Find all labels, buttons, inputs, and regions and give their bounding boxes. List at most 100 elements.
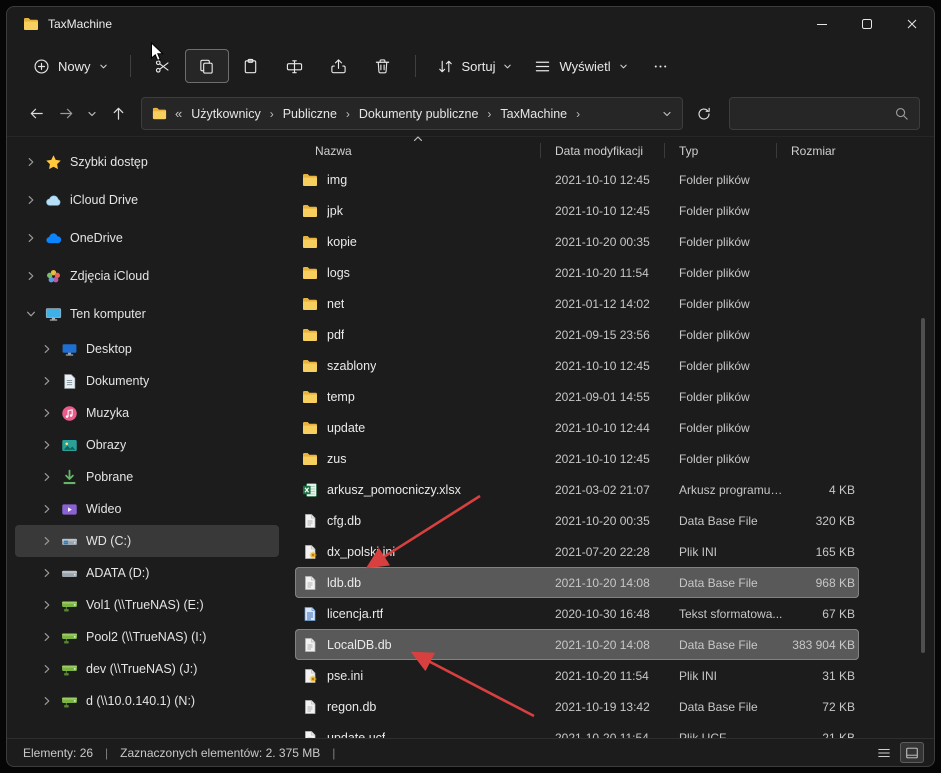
maximize-button[interactable] — [844, 7, 889, 41]
file-row[interactable]: licencja.rtf 2020-10-30 16:48 Tekst sfor… — [295, 598, 859, 629]
up-button[interactable] — [103, 99, 133, 129]
column-header-type[interactable]: Typ — [671, 137, 783, 164]
view-button[interactable]: Wyświetl — [523, 49, 638, 83]
file-row[interactable]: ldb.db 2021-10-20 14:08 Data Base File 9… — [295, 567, 859, 598]
chevron-icon[interactable] — [41, 696, 53, 706]
paste-button[interactable] — [229, 49, 273, 83]
file-row[interactable]: LocalDB.db 2021-10-20 14:08 Data Base Fi… — [295, 629, 859, 660]
search-box[interactable] — [729, 97, 920, 130]
file-row[interactable]: img 2021-10-10 12:45 Folder plików — [295, 164, 859, 195]
column-header-size[interactable]: Rozmiar — [783, 137, 859, 164]
address-bar[interactable]: « Użytkownicy›Publiczne›Dokumenty public… — [141, 97, 683, 130]
file-modified: 2021-10-10 12:45 — [547, 204, 671, 218]
sidebar-item[interactable]: OneDrive — [15, 219, 279, 257]
file-row[interactable]: dx_polski.ini 2021-07-20 22:28 Plik INI … — [295, 536, 859, 567]
column-header-modified[interactable]: Data modyfikacji — [547, 137, 671, 164]
address-dropdown-icon[interactable] — [654, 109, 672, 119]
status-bar: Elementy: 26 | Zaznaczonych elementów: 2… — [7, 738, 934, 766]
close-button[interactable] — [889, 7, 934, 41]
file-modified: 2021-10-10 12:45 — [547, 452, 671, 466]
cut-button[interactable] — [141, 49, 185, 83]
sort-button[interactable]: Sortuj — [426, 49, 524, 83]
vertical-scrollbar[interactable] — [920, 137, 926, 734]
chevron-icon[interactable] — [25, 271, 37, 281]
chevron-icon[interactable] — [25, 233, 37, 243]
chevron-icon[interactable] — [41, 664, 53, 674]
chevron-icon[interactable] — [25, 309, 37, 319]
file-row[interactable]: regon.db 2021-10-19 13:42 Data Base File… — [295, 691, 859, 722]
minimize-button[interactable] — [799, 7, 844, 41]
breadcrumb-item-label[interactable]: Dokumenty publiczne — [355, 105, 483, 123]
sidebar-item[interactable]: Vol1 (\\TrueNAS) (E:) — [15, 589, 279, 621]
delete-button[interactable] — [361, 49, 405, 83]
file-row[interactable]: cfg.db 2021-10-20 00:35 Data Base File 3… — [295, 505, 859, 536]
sidebar-item[interactable]: Pool2 (\\TrueNAS) (I:) — [15, 621, 279, 653]
refresh-button[interactable] — [689, 99, 719, 129]
sidebar-item[interactable]: WD (C:) — [15, 525, 279, 557]
file-row[interactable]: arkusz_pomocniczy.xlsx 2021-03-02 21:07 … — [295, 474, 859, 505]
breadcrumb-item-label[interactable]: Użytkownicy — [187, 105, 264, 123]
sidebar-item[interactable]: Pobrane — [15, 461, 279, 493]
chevron-icon[interactable] — [41, 568, 53, 578]
breadcrumb-collapsed-indicator[interactable]: « — [167, 106, 187, 121]
sidebar-item[interactable]: Desktop — [15, 333, 279, 365]
sidebar-item[interactable]: Szybki dostęp — [15, 143, 279, 181]
chevron-icon[interactable] — [41, 408, 53, 418]
file-row[interactable]: update 2021-10-10 12:44 Folder plików — [295, 412, 859, 443]
chevron-icon[interactable] — [41, 504, 53, 514]
rename-button[interactable] — [273, 49, 317, 83]
details-view-button[interactable] — [872, 742, 896, 763]
chevron-icon[interactable] — [25, 157, 37, 167]
chevron-icon[interactable] — [41, 376, 53, 386]
chevron-icon[interactable] — [41, 472, 53, 482]
thumbnail-view-button[interactable] — [900, 742, 924, 763]
file-row[interactable]: net 2021-01-12 14:02 Folder plików — [295, 288, 859, 319]
sidebar-item[interactable]: Ten komputer — [15, 295, 279, 333]
file-name: net — [327, 297, 344, 311]
chevron-icon[interactable] — [41, 600, 53, 610]
search-input[interactable] — [740, 106, 894, 122]
share-button[interactable] — [317, 49, 361, 83]
documents-icon — [61, 373, 78, 390]
folder-icon — [302, 420, 318, 436]
column-header-name[interactable]: Nazwa — [295, 137, 547, 164]
sidebar-item[interactable]: dev (\\TrueNAS) (J:) — [15, 653, 279, 685]
file-row[interactable]: kopie 2021-10-20 00:35 Folder plików — [295, 226, 859, 257]
file-row[interactable]: update.ucf 2021-10-20 11:54 Plik UCF 21 … — [295, 722, 859, 738]
file-type: Data Base File — [671, 700, 783, 714]
file-row[interactable]: szablony 2021-10-10 12:45 Folder plików — [295, 350, 859, 381]
breadcrumb-item-label[interactable]: Publiczne — [279, 105, 341, 123]
file-row[interactable]: jpk 2021-10-10 12:45 Folder plików — [295, 195, 859, 226]
forward-button[interactable] — [51, 99, 81, 129]
recent-locations-button[interactable] — [81, 99, 103, 129]
scrollbar-thumb[interactable] — [921, 318, 925, 653]
chevron-down-icon — [619, 62, 628, 71]
sidebar-item[interactable]: iCloud Drive — [15, 181, 279, 219]
file-modified: 2021-10-20 14:08 — [547, 638, 671, 652]
sidebar-item[interactable]: Obrazy — [15, 429, 279, 461]
new-button[interactable]: Nowy — [21, 49, 120, 83]
sidebar-item[interactable]: ADATA (D:) — [15, 557, 279, 589]
breadcrumb-separator: › — [265, 107, 279, 121]
chevron-icon[interactable] — [25, 195, 37, 205]
chevron-icon[interactable] — [41, 536, 53, 546]
sidebar-item[interactable]: d (\\10.0.140.1) (N:) — [15, 685, 279, 717]
sidebar-item[interactable]: Wideo — [15, 493, 279, 525]
chevron-icon[interactable] — [41, 440, 53, 450]
file-row[interactable]: pdf 2021-09-15 23:56 Folder plików — [295, 319, 859, 350]
back-button[interactable] — [21, 99, 51, 129]
sidebar-item[interactable]: Muzyka — [15, 397, 279, 429]
sidebar-item[interactable]: Zdjęcia iCloud — [15, 257, 279, 295]
file-row[interactable]: zus 2021-10-10 12:45 Folder plików — [295, 443, 859, 474]
chevron-icon[interactable] — [41, 632, 53, 642]
drive-win-icon — [61, 533, 78, 550]
sidebar-item[interactable]: Dokumenty — [15, 365, 279, 397]
copy-button[interactable] — [185, 49, 229, 83]
db-icon — [302, 637, 318, 653]
file-row[interactable]: logs 2021-10-20 11:54 Folder plików — [295, 257, 859, 288]
file-row[interactable]: temp 2021-09-01 14:55 Folder plików — [295, 381, 859, 412]
breadcrumb-item-label[interactable]: TaxMachine — [496, 105, 571, 123]
more-options-button[interactable] — [639, 49, 683, 83]
chevron-icon[interactable] — [41, 344, 53, 354]
file-row[interactable]: pse.ini 2021-10-20 11:54 Plik INI 31 KB — [295, 660, 859, 691]
